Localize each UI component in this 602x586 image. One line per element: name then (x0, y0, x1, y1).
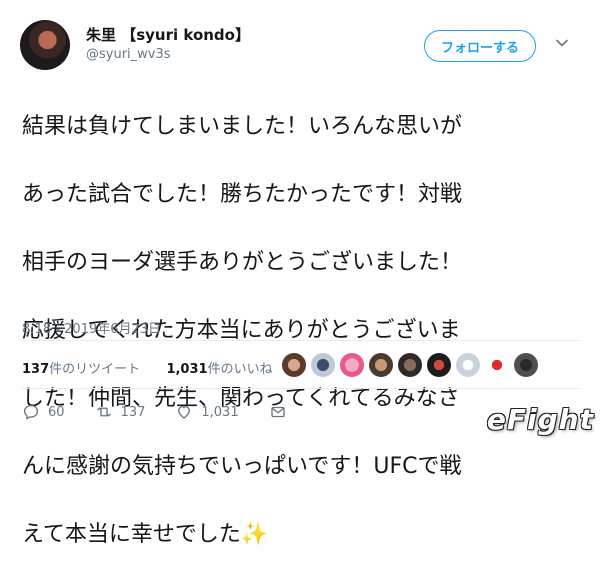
liker-avatar[interactable] (455, 352, 481, 378)
tweet-line: あった試合でした！勝ちたかったです！対戦 (22, 182, 463, 207)
likes-count[interactable]: 1,031 (166, 362, 207, 377)
watermark: eFight (486, 403, 594, 436)
liker-avatar[interactable] (426, 352, 452, 378)
avatar-ring (20, 20, 70, 70)
tweet-line: 相手のヨーダ選手ありがとうございました！ (22, 250, 463, 275)
envelope-icon (270, 406, 285, 418)
heart-icon (178, 406, 191, 419)
follow-button[interactable]: フォローする (424, 30, 536, 62)
retweet-icon (96, 407, 111, 417)
divider (22, 388, 580, 389)
reply-icon (23, 404, 39, 420)
handle[interactable]: @syuri_wv3s (86, 47, 171, 62)
liker-avatar[interactable] (281, 352, 307, 378)
chevron-down-icon[interactable] (555, 36, 569, 50)
likes-label[interactable]: 件のいいね (208, 362, 273, 377)
retweets-label[interactable]: 件のリツイート (49, 362, 140, 377)
retweets-count[interactable]: 137 (22, 362, 49, 377)
timestamp[interactable]: 8:18 - 2019年6月23日 (22, 318, 161, 337)
liker-avatar[interactable] (339, 352, 365, 378)
liker-avatar[interactable] (368, 352, 394, 378)
liker-avatar[interactable] (513, 352, 539, 378)
engagement-stats: 137件のリツイート 1,031件のいいね (22, 358, 273, 377)
liker-avatar[interactable] (397, 352, 423, 378)
like-button[interactable]: 1,031 (175, 403, 239, 421)
reply-count: 60 (48, 404, 65, 420)
retweet-button[interactable]: 137 (95, 403, 146, 421)
action-bar: 60 137 1,031 (22, 402, 317, 422)
tweet-line: 結果は負けてしまいました！いろんな思いが (22, 114, 463, 139)
liker-avatar[interactable] (310, 352, 336, 378)
avatar[interactable] (20, 20, 70, 70)
retweet-count: 137 (120, 404, 146, 420)
divider (22, 340, 580, 341)
dm-button[interactable] (269, 403, 287, 421)
liker-avatar[interactable] (484, 352, 510, 378)
reply-button[interactable]: 60 (22, 403, 65, 421)
display-name[interactable]: 朱里 【syuri kondo】 (86, 24, 250, 45)
liker-avatars (281, 352, 539, 378)
tweet-line: えて本当に幸せでした✨ (22, 522, 269, 547)
like-count: 1,031 (201, 404, 239, 420)
tweet-line: んに感謝の気持ちでいっぱいです！UFCで戦 (22, 454, 462, 479)
